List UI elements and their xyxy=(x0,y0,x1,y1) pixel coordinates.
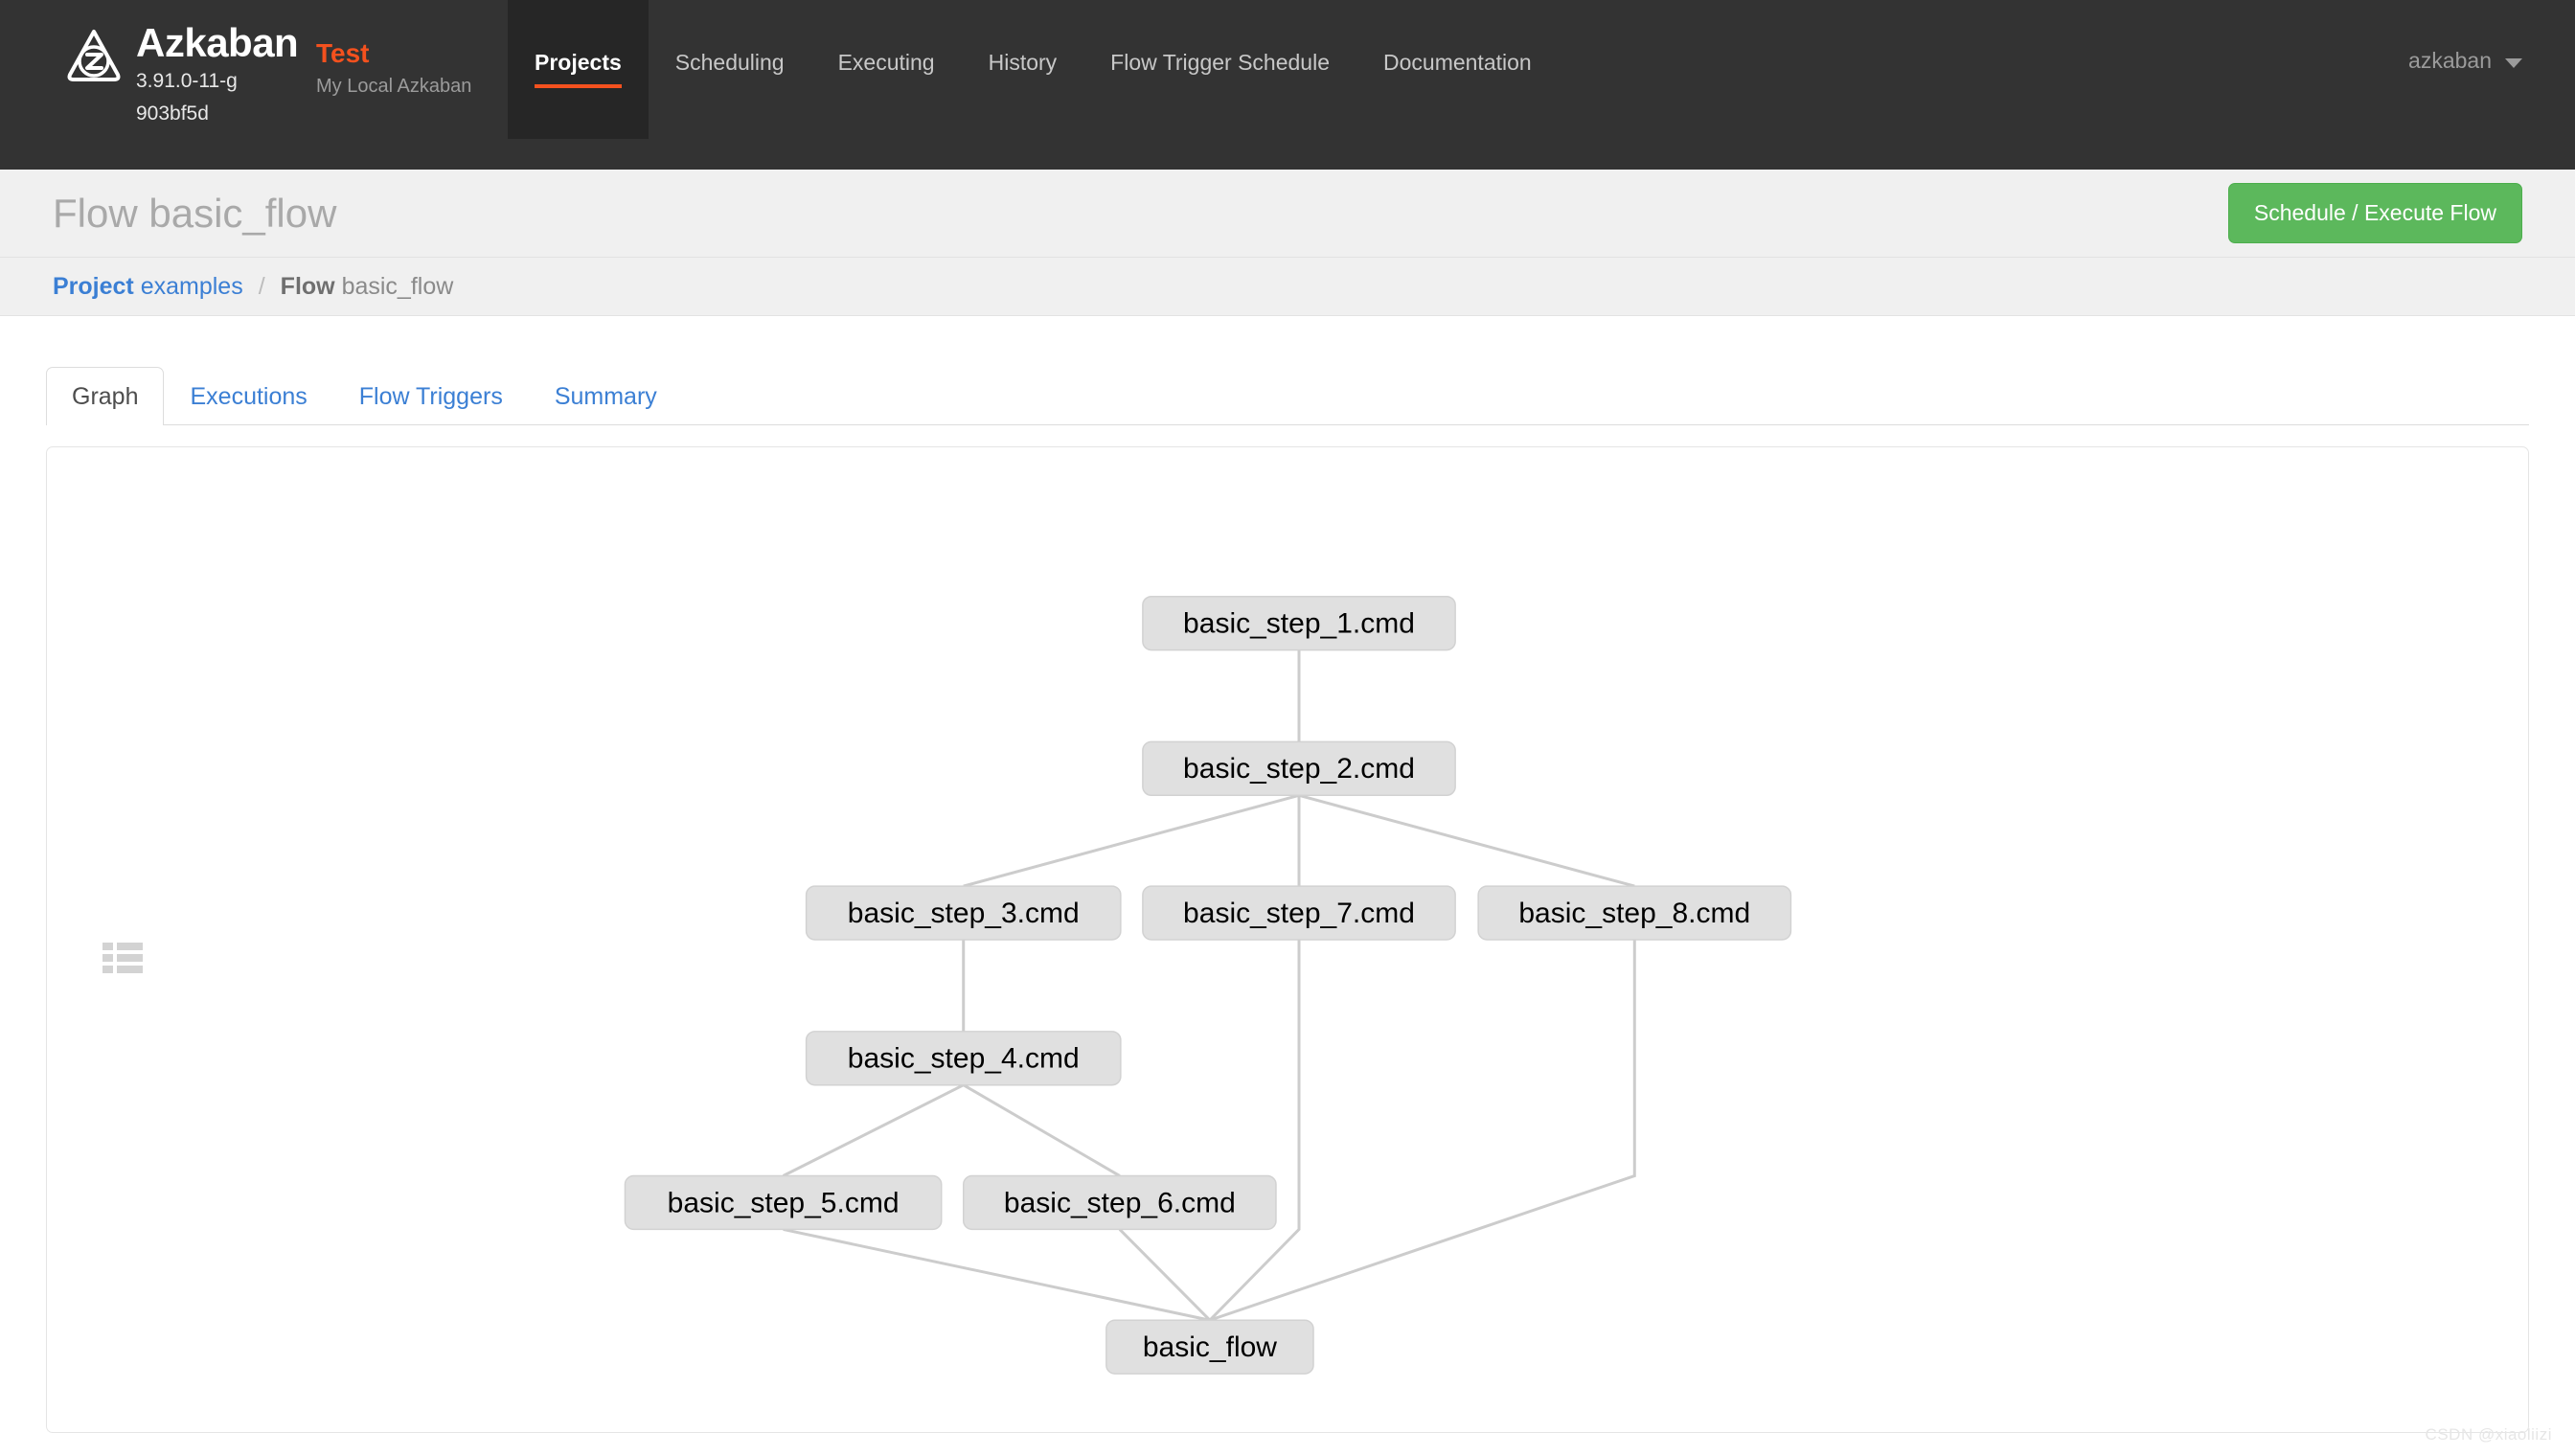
graph-node-basic-flow[interactable]: basic_flow xyxy=(1105,1319,1314,1375)
flow-graph-panel: basic_step_1.cmd basic_step_2.cmd basic_… xyxy=(46,446,2529,1433)
edge-step7-basicflow xyxy=(1208,940,1301,1322)
edge-step2-step3 xyxy=(963,793,1300,888)
nav-item-flow-trigger-schedule[interactable]: Flow Trigger Schedule xyxy=(1083,0,1356,139)
graph-node-basic-step-8[interactable]: basic_step_8.cmd xyxy=(1477,885,1792,941)
nav-item-documentation[interactable]: Documentation xyxy=(1356,0,1559,139)
watermark: CSDN @xiaoliizi xyxy=(2425,1425,2552,1444)
tab-graph[interactable]: Graph xyxy=(46,367,165,425)
graph-node-basic-step-5[interactable]: basic_step_5.cmd xyxy=(624,1174,943,1231)
graph-node-label: basic_step_6.cmd xyxy=(1004,1187,1236,1218)
schedule-execute-flow-button[interactable]: Schedule / Execute Flow xyxy=(2227,183,2522,243)
chevron-down-icon xyxy=(2505,57,2522,68)
nav-item-projects[interactable]: Projects xyxy=(508,0,649,139)
breadcrumb-project-name: examples xyxy=(140,272,243,300)
brand-block[interactable]: Azkaban 3.91.0-11-g903bf5d xyxy=(0,0,316,130)
page-title-prefix: Flow xyxy=(53,190,138,236)
user-menu-label: azkaban xyxy=(2408,48,2492,73)
edge-step4-step5 xyxy=(782,1083,965,1177)
edge-step8-basicflow xyxy=(1209,940,1636,1322)
breadcrumb: Project examples / Flow basic_flow xyxy=(0,258,2575,316)
graph-node-label: basic_step_4.cmd xyxy=(848,1043,1080,1075)
graph-node-label: basic_step_7.cmd xyxy=(1183,898,1415,929)
breadcrumb-flow-label: Flow xyxy=(280,272,335,300)
nav-item-scheduling[interactable]: Scheduling xyxy=(649,0,811,139)
breadcrumb-flow-current: Flow basic_flow xyxy=(281,273,454,301)
environment-block: Test My Local Azkaban xyxy=(316,0,508,100)
top-navbar: Azkaban 3.91.0-11-g903bf5d Test My Local… xyxy=(0,0,2575,170)
edge-step4-step6 xyxy=(962,1083,1121,1177)
graph-node-basic-step-1[interactable]: basic_step_1.cmd xyxy=(1142,595,1456,651)
page-title-name: basic_flow xyxy=(148,190,337,236)
edge-step5-basicflow xyxy=(783,1227,1211,1322)
graph-node-basic-step-7[interactable]: basic_step_7.cmd xyxy=(1142,885,1456,941)
graph-node-label: basic_step_2.cmd xyxy=(1183,753,1415,785)
breadcrumb-separator: / xyxy=(258,272,265,300)
breadcrumb-project-label: Project xyxy=(53,272,134,300)
tab-flow-triggers[interactable]: Flow Triggers xyxy=(333,367,529,425)
edge-step6-basicflow xyxy=(1118,1228,1212,1322)
flow-graph-svg: basic_step_1.cmd basic_step_2.cmd basic_… xyxy=(624,595,1792,1375)
brand-version: 3.91.0-11-g903bf5d xyxy=(136,70,238,125)
page-title: Flow basic_flow xyxy=(53,190,337,236)
graph-node-label: basic_step_8.cmd xyxy=(1518,898,1750,929)
graph-node-basic-step-3[interactable]: basic_step_3.cmd xyxy=(805,885,1122,941)
brand-name: Azkaban xyxy=(136,20,299,65)
graph-node-basic-step-2[interactable]: basic_step_2.cmd xyxy=(1142,740,1456,797)
breadcrumb-project-link[interactable]: Project examples xyxy=(53,273,243,301)
environment-name: Test xyxy=(316,38,370,68)
nav-items: Projects Scheduling Executing History Fl… xyxy=(508,0,1559,170)
tabs-wrap: Graph Executions Flow Triggers Summary xyxy=(0,316,2575,425)
tab-bar: Graph Executions Flow Triggers Summary xyxy=(46,362,2529,425)
graph-node-basic-step-4[interactable]: basic_step_4.cmd xyxy=(805,1031,1122,1086)
edge-step2-step8 xyxy=(1298,793,1635,888)
tab-executions[interactable]: Executions xyxy=(164,367,332,425)
graph-node-label: basic_step_1.cmd xyxy=(1183,608,1415,640)
nav-item-history[interactable]: History xyxy=(962,0,1084,139)
graph-nodes: basic_step_1.cmd basic_step_2.cmd basic_… xyxy=(624,595,1792,1375)
graph-node-label: basic_step_3.cmd xyxy=(848,898,1080,929)
graph-node-label: basic_flow xyxy=(1143,1331,1277,1363)
environment-description: My Local Azkaban xyxy=(316,76,472,97)
graph-node-label: basic_step_5.cmd xyxy=(668,1187,900,1218)
nav-item-executing[interactable]: Executing xyxy=(811,0,962,139)
breadcrumb-flow-name: basic_flow xyxy=(341,272,454,300)
page-header: Flow basic_flow Schedule / Execute Flow xyxy=(0,170,2575,258)
tab-summary[interactable]: Summary xyxy=(529,367,683,425)
user-menu[interactable]: azkaban xyxy=(2408,0,2575,74)
azkaban-triangle-z-logo-icon xyxy=(67,30,121,81)
graph-node-basic-step-6[interactable]: basic_step_6.cmd xyxy=(962,1174,1277,1231)
